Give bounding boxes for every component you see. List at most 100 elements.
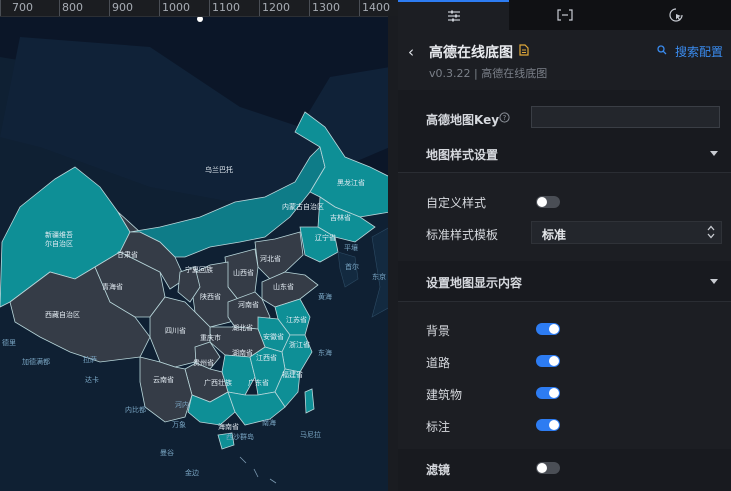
map-label-neimenggu: 内蒙古自治区 bbox=[282, 202, 324, 211]
component-title: 高德在线底图 bbox=[429, 45, 513, 61]
toggle-knob bbox=[549, 420, 559, 430]
help-icon[interactable]: ? bbox=[499, 112, 510, 123]
map-label-wanxiang: 万象 bbox=[172, 420, 186, 429]
filter-toggle[interactable] bbox=[536, 462, 560, 474]
map-label-liaoning: 辽宁省 bbox=[315, 233, 336, 242]
building-toggle[interactable] bbox=[536, 387, 560, 399]
config-panel: ‹ 高德在线底图 搜索配置 v0.3.22 | 高德在线底图 高德地图Key ?… bbox=[398, 0, 731, 491]
custom-style-label: 自定义样式 bbox=[426, 196, 487, 210]
search-config-link[interactable]: 搜索配置 bbox=[675, 43, 723, 60]
ruler-tick-line bbox=[159, 0, 160, 16]
ruler-tick-label: 1200 bbox=[262, 1, 290, 14]
map-label-jiadu: 加德满都 bbox=[22, 357, 50, 366]
ruler-tick-line bbox=[209, 0, 210, 16]
bracket-icon bbox=[556, 9, 573, 21]
background-label: 背景 bbox=[426, 324, 451, 338]
map-label-xinjiang-2: 尔自治区 bbox=[45, 239, 73, 248]
map-label-jinbian: 金边 bbox=[185, 468, 199, 477]
map-label-mangu: 曼谷 bbox=[160, 448, 174, 457]
map-label-anhui: 安徽省 bbox=[263, 332, 284, 341]
map-label-shaanxi: 陕西省 bbox=[200, 292, 221, 301]
sliders-icon bbox=[447, 10, 460, 22]
ruler-tick-line bbox=[359, 0, 360, 16]
map-label-donghai: 东海 bbox=[318, 348, 332, 357]
svg-text:?: ? bbox=[503, 114, 507, 122]
map-label-qinghai: 青海省 bbox=[102, 282, 123, 291]
ruler-tick-line bbox=[309, 0, 310, 16]
label-toggle[interactable] bbox=[536, 419, 560, 431]
map-label-dongjing: 东京 bbox=[372, 272, 386, 281]
map-label-shanxi: 山西省 bbox=[233, 268, 254, 277]
component-header: ‹ 高德在线底图 搜索配置 v0.3.22 | 高德在线底图 bbox=[398, 30, 731, 88]
label-label: 标注 bbox=[426, 420, 451, 434]
map-label-hanoi: 河内 bbox=[175, 400, 189, 409]
toggle-knob bbox=[549, 356, 559, 366]
amap-key-label: 高德地图Key bbox=[426, 113, 500, 127]
back-button[interactable]: ‹ bbox=[408, 43, 414, 61]
province-taiwan[interactable] bbox=[304, 388, 315, 414]
map-label-xisha: 西沙群岛 bbox=[226, 432, 254, 441]
map-label-manila: 马尼拉 bbox=[300, 430, 321, 439]
style-template-value: 标准 bbox=[542, 228, 567, 242]
select-arrows-icon bbox=[707, 225, 715, 239]
map-label-gansu: 甘肃省 bbox=[117, 250, 138, 259]
component-version: v0.3.22 | 高德在线底图 bbox=[429, 67, 548, 80]
chevron-down-icon[interactable] bbox=[710, 151, 718, 156]
toggle-knob bbox=[537, 197, 547, 207]
map-label-jiangxi: 江西省 bbox=[256, 353, 277, 362]
tab-settings[interactable] bbox=[398, 0, 509, 30]
map-canvas[interactable]: 700 800 900 1000 1100 1200 1300 1400 乌兰巴… bbox=[0, 0, 398, 491]
background-toggle[interactable] bbox=[536, 323, 560, 335]
road-label: 道路 bbox=[426, 356, 451, 370]
ruler-tick-line bbox=[0, 0, 1, 16]
building-label: 建筑物 bbox=[426, 388, 463, 402]
map-label-zhejiang: 浙江省 bbox=[289, 340, 310, 349]
section-divider bbox=[398, 172, 731, 173]
map-label-fujian: 福建省 bbox=[282, 370, 303, 379]
map-label-guangdong: 广东省 bbox=[248, 378, 269, 387]
map-label-ningxia: 宁夏回族 bbox=[185, 265, 213, 274]
map-label-pingrang: 平壤 bbox=[344, 243, 358, 252]
panel-tabs bbox=[398, 0, 731, 30]
toggle-knob bbox=[549, 324, 559, 334]
map-label-wulanbatuo: 乌兰巴托 bbox=[205, 165, 233, 174]
map-label-jilin: 吉林省 bbox=[330, 213, 351, 222]
map-label-shandong: 山东省 bbox=[273, 282, 294, 291]
display-section-title[interactable]: 设置地图显示内容 bbox=[426, 274, 522, 291]
amap-key-input[interactable] bbox=[531, 106, 720, 128]
custom-style-toggle[interactable] bbox=[536, 196, 560, 208]
tab-interaction[interactable] bbox=[620, 0, 731, 30]
document-icon[interactable] bbox=[519, 44, 529, 56]
cursor-icon bbox=[668, 8, 683, 22]
style-template-label: 标准样式模板 bbox=[426, 228, 499, 242]
toggle-knob bbox=[549, 388, 559, 398]
map-label-nanhai: 南海 bbox=[262, 418, 276, 427]
map-label-jiangsu: 江苏省 bbox=[286, 315, 307, 324]
chevron-down-icon[interactable] bbox=[710, 279, 718, 284]
filter-label: 滤镜 bbox=[426, 463, 451, 477]
map-label-sichuan: 四川省 bbox=[165, 326, 186, 335]
map-label-henan: 河南省 bbox=[238, 300, 259, 309]
ruler-tick-line bbox=[59, 0, 60, 16]
map-label-chongqing: 重庆市 bbox=[200, 333, 221, 342]
road-toggle[interactable] bbox=[536, 355, 560, 367]
ruler-tick-label: 1400 bbox=[362, 1, 390, 14]
ruler-tick-label: 1300 bbox=[312, 1, 340, 14]
style-section-title[interactable]: 地图样式设置 bbox=[426, 146, 498, 163]
ruler-tick-label: 800 bbox=[62, 1, 83, 14]
ruler-tick-label: 1100 bbox=[212, 1, 240, 14]
ruler-tick-label: 700 bbox=[12, 1, 33, 14]
map-label-guangxi: 广西壮族 bbox=[204, 378, 232, 387]
search-icon[interactable] bbox=[657, 45, 667, 55]
map-label-yunnan: 云南省 bbox=[153, 375, 174, 384]
style-template-select[interactable]: 标准 bbox=[531, 221, 722, 244]
map-label-shouer: 首尔 bbox=[345, 262, 359, 271]
toggle-knob bbox=[537, 463, 547, 473]
china-province-map: 乌兰巴托 黑龙江省 吉林省 辽宁省 内蒙古自治区 新疆维吾 尔自治区 甘肃省 宁… bbox=[0, 17, 390, 491]
horizontal-ruler: 700 800 900 1000 1100 1200 1300 1400 bbox=[0, 0, 398, 17]
map-label-guizhou: 贵州省 bbox=[193, 358, 214, 367]
map-label-dacao: 达卡 bbox=[85, 375, 99, 384]
map-label-hebei: 河北省 bbox=[260, 254, 281, 263]
tab-data[interactable] bbox=[509, 0, 620, 30]
map-label-dehui: 德里 bbox=[2, 338, 16, 347]
